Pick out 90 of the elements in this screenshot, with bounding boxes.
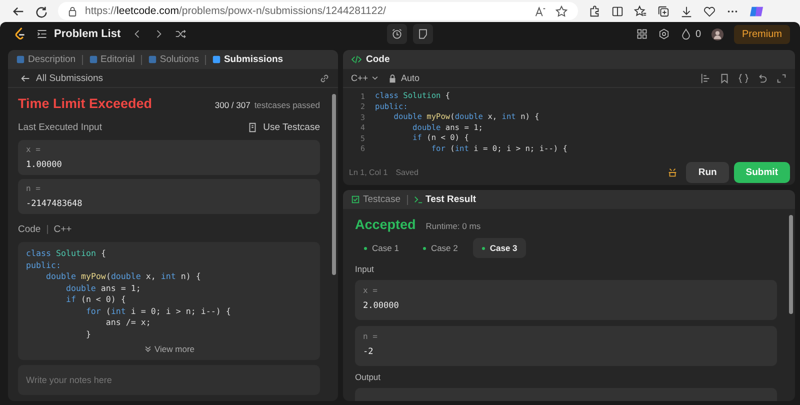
view-more-button[interactable]: View more [144, 344, 194, 354]
use-testcase-button[interactable]: Use Testcase [247, 122, 320, 133]
notes-field[interactable]: Write your notes here [18, 365, 320, 395]
result-status: Accepted [355, 217, 416, 232]
panel-tab[interactable]: Solutions [148, 54, 199, 65]
list-icon[interactable] [36, 28, 48, 40]
extensions-icon[interactable] [588, 4, 601, 18]
note-icon [416, 28, 429, 40]
input-value: -2147483648 [26, 199, 84, 209]
input-name: x = [26, 145, 42, 154]
input-value: 2.00000 [363, 301, 400, 311]
code-line: ans /= x; [104, 317, 152, 328]
run-button[interactable]: Run [686, 162, 729, 182]
link-icon[interactable] [319, 72, 330, 84]
document-icon [247, 122, 258, 133]
code-icon [351, 55, 362, 64]
premium-button[interactable]: Premium [734, 24, 790, 44]
code-line: double myPow(double x, int n) { [44, 271, 202, 282]
panel-tab[interactable]: Description [16, 54, 76, 65]
checkbox-icon [351, 195, 360, 204]
notes-button[interactable] [412, 24, 433, 44]
language-label: C++ [54, 224, 72, 235]
expand-icon[interactable] [776, 72, 787, 84]
passed-count: 300 / 307 [214, 100, 250, 110]
clock-icon [390, 28, 403, 40]
drop-icon [680, 28, 692, 40]
all-submissions-link[interactable]: All Submissions [20, 72, 104, 84]
braces-icon[interactable] [738, 72, 749, 84]
bookmark-icon[interactable] [719, 72, 730, 84]
tab-icon [16, 55, 25, 64]
settings-icon[interactable] [658, 28, 670, 40]
panel-tab[interactable]: Editorial [88, 54, 135, 65]
case-tab[interactable]: Case 1 [355, 238, 408, 258]
shuffle-icon[interactable] [174, 28, 187, 40]
code-line: double ans = 1; [64, 282, 142, 294]
code-line: } [84, 328, 92, 340]
split-screen-icon[interactable] [611, 4, 624, 18]
input-value: 1.00000 [26, 160, 63, 170]
back-arrow-icon [20, 72, 31, 84]
terminal-icon [414, 195, 422, 204]
panel-tab[interactable]: Test Result [414, 194, 476, 205]
streak-count: 0 [695, 28, 701, 40]
collections-icon[interactable] [657, 4, 670, 18]
section-label: Input [355, 264, 375, 274]
code-line: public: [26, 260, 62, 271]
input-name: n = [363, 332, 378, 341]
tab-icon [88, 55, 98, 64]
lock-icon [387, 72, 398, 84]
case-tab[interactable]: Case 2 [414, 238, 467, 258]
submission-status: Time Limit Exceeded [18, 96, 152, 111]
code-line: class Solution { [26, 248, 107, 260]
problem-list-link[interactable]: Problem List [54, 28, 121, 40]
code-line: if (n < 0) { [64, 294, 127, 306]
favorites-icon[interactable] [634, 4, 647, 18]
address-bar[interactable]: https://leetcode.com/problems/powx-n/submissions/1244281122/ [58, 2, 578, 20]
mode-label: Auto [401, 73, 420, 83]
tab-icon [148, 55, 157, 64]
debug-icon[interactable] [667, 166, 678, 178]
cursor-position: Ln 1, Col 1 [349, 168, 388, 176]
caret-icon [371, 74, 380, 82]
save-status: Saved [396, 168, 418, 176]
language-dropdown[interactable]: C++ [351, 73, 380, 83]
runtime-label: Runtime: 0 ms [426, 221, 481, 231]
alarm-button[interactable] [386, 24, 407, 44]
section-label: Output [355, 372, 382, 382]
download-icon[interactable] [680, 4, 693, 18]
refresh-icon[interactable] [35, 4, 48, 18]
undo-icon[interactable] [757, 72, 768, 84]
passed-label: testcases passed [254, 100, 320, 110]
input-value: -2 [363, 347, 374, 357]
format-icon[interactable] [700, 72, 711, 84]
case-tab[interactable]: Case 3 [472, 238, 526, 258]
section-label: Code [18, 224, 41, 235]
star-icon[interactable] [555, 4, 568, 18]
section-label: Last Executed Input [18, 122, 102, 133]
read-aloud-icon[interactable] [534, 4, 547, 18]
grid-icon[interactable] [636, 28, 648, 40]
back-icon[interactable] [12, 4, 25, 18]
tab-icon [212, 55, 221, 64]
logo-icon[interactable] [14, 27, 26, 41]
panel-tab[interactable]: Testcase [351, 194, 400, 205]
panel-tab[interactable]: Submissions [212, 54, 284, 65]
input-name: n = [26, 184, 42, 193]
input-name: x = [363, 286, 378, 295]
lock-icon [68, 6, 77, 16]
avatar-icon[interactable] [711, 28, 724, 40]
code-line: for (int i = 0; i > n; i--) { [84, 306, 232, 317]
heart-icon[interactable] [703, 4, 716, 18]
panel-title: Code [366, 54, 390, 65]
chevron-down-icon [144, 345, 152, 353]
